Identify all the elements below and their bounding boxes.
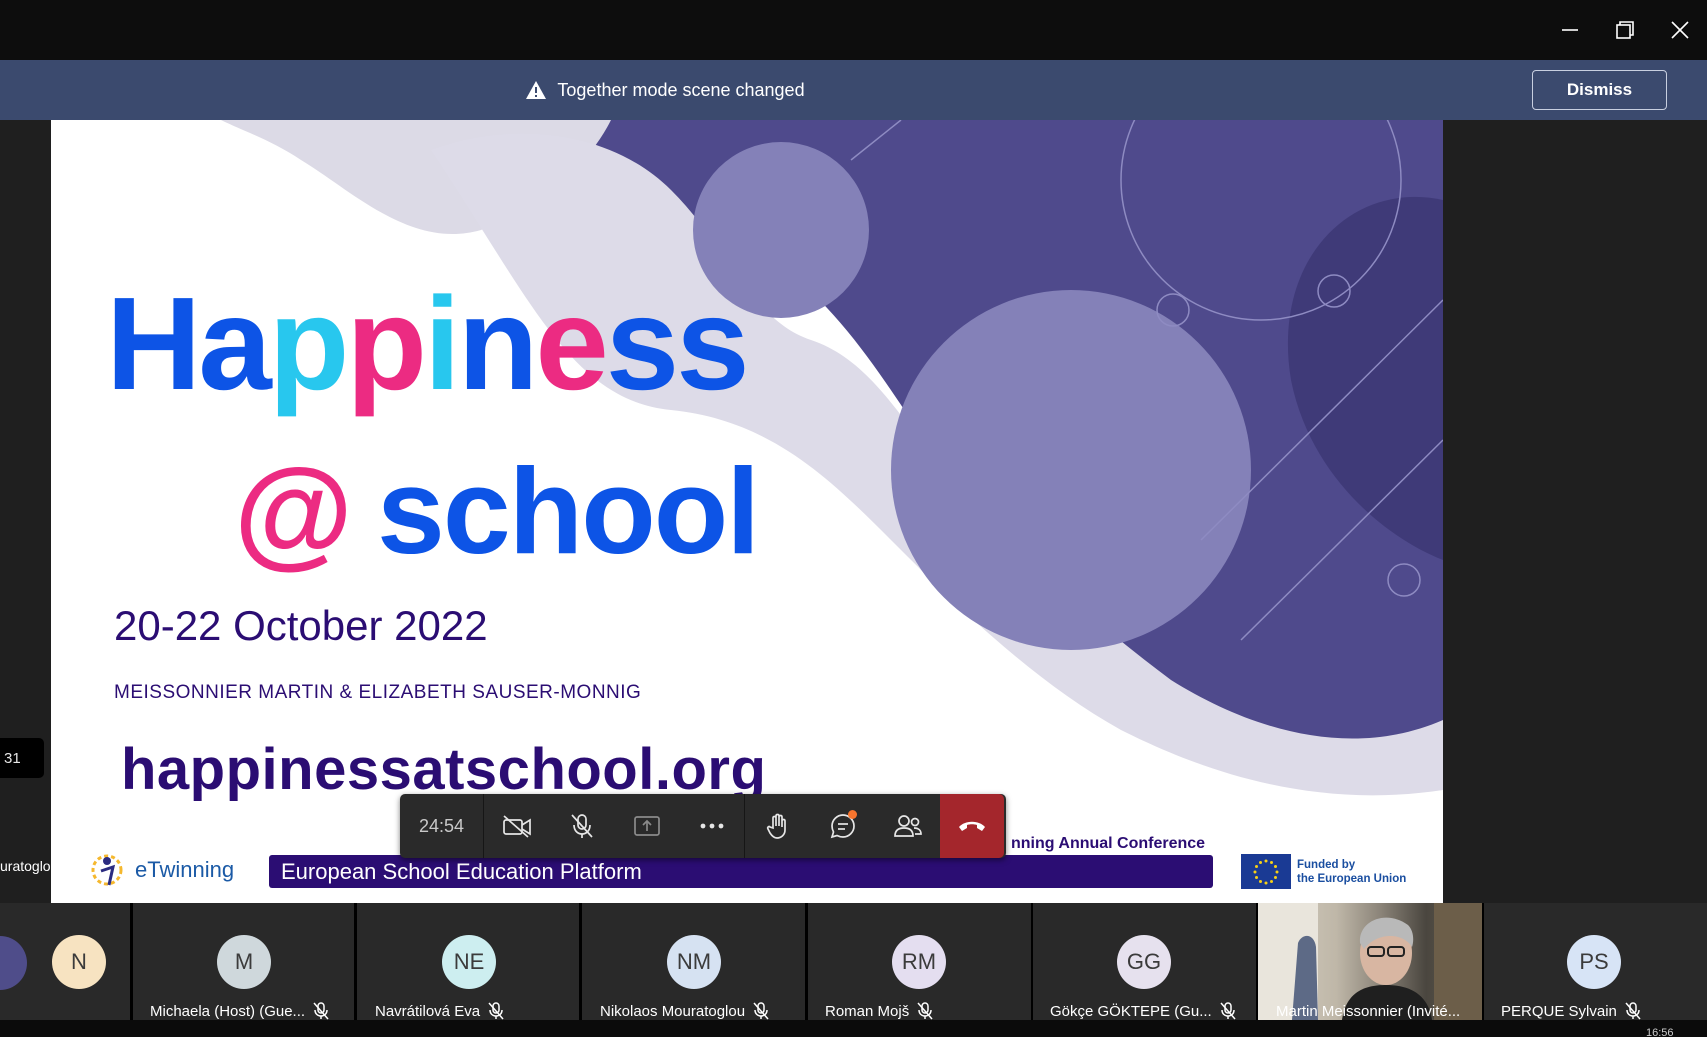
chat-button[interactable] bbox=[810, 794, 875, 858]
eu-label-line-1: Funded by bbox=[1297, 858, 1356, 871]
avatar: NE bbox=[442, 935, 496, 989]
conference-label: nning Annual Conference bbox=[1011, 835, 1206, 852]
participant-name: PERQUE Sylvain bbox=[1501, 1001, 1641, 1021]
etwinning-logo: eTwinning bbox=[85, 848, 255, 892]
mic-muted-icon bbox=[1220, 1002, 1236, 1020]
participant-name-text: Gökçe GÖKTEPE (Gu... bbox=[1050, 1002, 1212, 1020]
title-letter: p bbox=[268, 270, 350, 417]
notification-banner: Together mode scene changed bbox=[0, 60, 1707, 120]
raise-hand-button[interactable] bbox=[745, 794, 810, 858]
participant-name: Martin Meissonnier (Invité... bbox=[1276, 1001, 1460, 1021]
chat-unread-badge bbox=[848, 810, 857, 819]
eu-flag-icon bbox=[1241, 854, 1291, 889]
avatar: N bbox=[52, 935, 106, 989]
participant-name: Roman Mojš bbox=[825, 1001, 933, 1021]
title-letter: e bbox=[535, 270, 608, 417]
avatar-partial bbox=[0, 936, 27, 990]
camera-off-button[interactable] bbox=[484, 794, 549, 858]
participants-button[interactable] bbox=[875, 794, 940, 858]
mic-muted-icon bbox=[917, 1002, 933, 1020]
overflow-count-chip[interactable]: 31 bbox=[0, 738, 44, 778]
slide-url: happinessatschool.org bbox=[121, 737, 767, 802]
mic-muted-icon bbox=[753, 1002, 769, 1020]
eu-label-line-2: the European Union bbox=[1297, 872, 1407, 885]
mic-muted-icon bbox=[1625, 1002, 1641, 1020]
people-icon bbox=[893, 815, 922, 837]
shared-presentation-slide: Happiness @ school 20-22 October 2022 MEI… bbox=[51, 120, 1443, 903]
slide-authors: MEISSONNIER MARTIN & ELIZABETH SAUSER-MO… bbox=[114, 682, 642, 703]
mic-off-icon bbox=[570, 814, 593, 838]
restore-icon bbox=[1615, 21, 1634, 39]
camera-off-icon bbox=[502, 815, 531, 838]
participant-name-text: Michaela (Host) (Gue... bbox=[150, 1002, 306, 1020]
at-symbol: @ bbox=[234, 443, 353, 579]
title-letter: a bbox=[198, 270, 271, 417]
etwinning-logo-text: eTwinning bbox=[135, 857, 235, 882]
meeting-control-bar: 24:54 bbox=[400, 794, 1006, 858]
taskbar-clock: 16:56 bbox=[1646, 1027, 1674, 1037]
banner-message: Together mode scene changed bbox=[557, 79, 805, 100]
slide-title-happiness: Happiness bbox=[106, 278, 750, 410]
slide-date: 20-22 October 2022 bbox=[114, 602, 488, 649]
banner-message-row: Together mode scene changed bbox=[0, 60, 1330, 120]
participant-name-text: Roman Mojš bbox=[825, 1002, 910, 1020]
minimize-icon bbox=[1561, 29, 1578, 31]
mic-muted-icon bbox=[488, 1002, 504, 1020]
eu-funding-logo: Funded by the European Union bbox=[1241, 854, 1406, 889]
warning-icon bbox=[526, 81, 547, 99]
restore-button[interactable] bbox=[1597, 0, 1652, 60]
taskbar-edge bbox=[0, 1020, 1707, 1037]
participant-name: Michaela (Host) (Gue... bbox=[150, 1001, 329, 1021]
avatar: GG bbox=[1117, 935, 1171, 989]
title-letter: i bbox=[424, 270, 461, 417]
close-button[interactable] bbox=[1652, 0, 1707, 60]
title-letter: n bbox=[457, 270, 539, 417]
title-letter: s bbox=[676, 270, 749, 417]
participant-name-text: Martin Meissonnier (Invité... bbox=[1276, 1002, 1461, 1020]
mic-muted-icon bbox=[313, 1002, 329, 1020]
participant-name-text: Navrátilová Eva bbox=[375, 1002, 481, 1020]
meeting-timer: 24:54 bbox=[400, 794, 484, 858]
title-letter: H bbox=[106, 270, 201, 417]
avatar: M bbox=[217, 935, 271, 989]
platform-banner: European School Education Platform bbox=[269, 855, 1213, 888]
avatar: PS bbox=[1567, 935, 1621, 989]
close-icon bbox=[1670, 21, 1689, 39]
title-letter: s bbox=[605, 270, 679, 417]
participant-name: Nikolaos Mouratoglou bbox=[600, 1001, 769, 1021]
dismiss-button[interactable]: Dismiss bbox=[1532, 70, 1667, 110]
more-actions-button[interactable] bbox=[679, 794, 744, 858]
partial-participant-name: uratoglou bbox=[0, 858, 59, 874]
subtitle-word: school bbox=[376, 443, 760, 579]
mic-off-button[interactable] bbox=[549, 794, 614, 858]
etwinning-star-icon bbox=[91, 854, 123, 886]
slide-subtitle: @ school bbox=[234, 450, 760, 572]
title-letter: p bbox=[346, 270, 427, 417]
more-icon bbox=[700, 823, 723, 829]
share-screen-button[interactable] bbox=[614, 794, 679, 858]
avatar: NM bbox=[667, 935, 721, 989]
participant-name-text: PERQUE Sylvain bbox=[1501, 1002, 1617, 1020]
share-icon bbox=[633, 816, 660, 836]
participant-name: Navrátilová Eva bbox=[375, 1001, 504, 1021]
participant-name-text: Nikolaos Mouratoglou bbox=[600, 1002, 746, 1020]
hang-up-button[interactable] bbox=[940, 794, 1004, 858]
title-bar bbox=[0, 0, 1707, 60]
participant-name: Gökçe GÖKTEPE (Gu... bbox=[1050, 1001, 1236, 1021]
minimize-button[interactable] bbox=[1542, 0, 1597, 60]
hand-icon bbox=[766, 813, 786, 839]
teams-meeting-window: { "banner": { "message": "Together mode … bbox=[0, 0, 1707, 1037]
avatar: RM bbox=[892, 935, 946, 989]
hang-up-icon bbox=[959, 821, 985, 831]
eu-funding-label: Funded by the European Union bbox=[1297, 858, 1406, 886]
